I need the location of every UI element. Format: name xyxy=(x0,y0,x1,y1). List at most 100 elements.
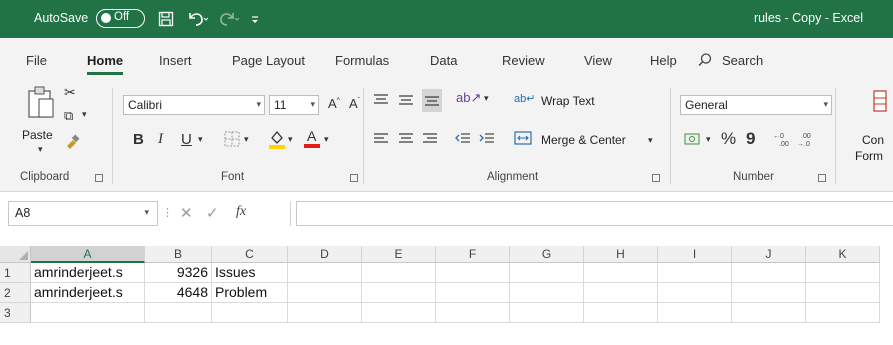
cell-j2[interactable] xyxy=(732,283,806,303)
orientation-dropdown-icon[interactable]: ▾ xyxy=(484,93,489,104)
cell-h2[interactable] xyxy=(584,283,658,303)
cell-c1[interactable]: Issues xyxy=(212,263,288,283)
cell-i3[interactable] xyxy=(658,303,732,323)
column-header-j[interactable]: J xyxy=(732,246,806,263)
underline-icon[interactable]: U xyxy=(181,131,192,148)
bold-icon[interactable]: B xyxy=(133,131,144,148)
search-box[interactable]: Search xyxy=(722,53,763,68)
undo-icon[interactable] xyxy=(186,8,208,30)
cell-f1[interactable] xyxy=(436,263,510,283)
align-middle-icon[interactable] xyxy=(398,92,414,111)
cell-f3[interactable] xyxy=(436,303,510,323)
cell-d2[interactable] xyxy=(288,283,362,303)
column-header-e[interactable]: E xyxy=(362,246,436,263)
tab-help[interactable]: Help xyxy=(650,53,677,68)
orientation-icon[interactable]: ab↗ xyxy=(456,90,481,106)
tab-page-layout[interactable]: Page Layout xyxy=(232,53,305,68)
clipboard-launcher-icon[interactable] xyxy=(95,174,103,182)
cell-k2[interactable] xyxy=(806,283,880,303)
number-launcher-icon[interactable] xyxy=(818,174,826,182)
column-header-i[interactable]: I xyxy=(658,246,732,263)
column-header-d[interactable]: D xyxy=(288,246,362,263)
increase-indent-icon[interactable] xyxy=(479,131,495,150)
increase-decimal-icon[interactable]: ←0.00 xyxy=(773,130,793,151)
borders-dropdown-icon[interactable]: ▾ xyxy=(244,134,249,145)
comma-style-button[interactable]: 9 xyxy=(746,129,755,149)
alignment-launcher-icon[interactable] xyxy=(652,174,660,182)
wrap-text-button[interactable]: Wrap Text xyxy=(541,94,595,108)
enter-icon[interactable]: ✓ xyxy=(206,204,219,222)
cell-c3[interactable] xyxy=(212,303,288,323)
cell-b1[interactable]: 9326 xyxy=(145,263,212,283)
cell-e3[interactable] xyxy=(362,303,436,323)
tab-review[interactable]: Review xyxy=(502,53,545,68)
align-bottom-icon[interactable] xyxy=(422,89,442,112)
align-left-icon[interactable] xyxy=(373,131,389,150)
column-header-f[interactable]: F xyxy=(436,246,510,263)
format-painter-icon[interactable] xyxy=(64,134,80,153)
merge-center-button[interactable]: Merge & Center xyxy=(541,133,626,147)
cell-i1[interactable] xyxy=(658,263,732,283)
cell-b3[interactable] xyxy=(145,303,212,323)
fill-color-icon[interactable] xyxy=(268,129,286,152)
merge-dropdown-icon[interactable]: ▾ xyxy=(648,135,653,146)
redo-icon[interactable] xyxy=(219,8,241,30)
search-icon[interactable] xyxy=(697,52,713,71)
cell-g2[interactable] xyxy=(510,283,584,303)
cell-d3[interactable] xyxy=(288,303,362,323)
tab-home[interactable]: Home xyxy=(87,53,124,75)
paste-dropdown-icon[interactable]: ▾ xyxy=(38,144,43,155)
align-center-icon[interactable] xyxy=(398,131,414,150)
tab-file[interactable]: File xyxy=(26,53,47,68)
number-format-select[interactable]: General ▾ xyxy=(680,95,832,115)
cell-j3[interactable] xyxy=(732,303,806,323)
tab-data[interactable]: Data xyxy=(430,53,457,68)
cell-a2[interactable]: amrinderjeet.s xyxy=(31,283,145,303)
column-header-g[interactable]: G xyxy=(510,246,584,263)
row-header[interactable]: 2 xyxy=(0,283,31,303)
cell-c2[interactable]: Problem xyxy=(212,283,288,303)
insert-function-button[interactable]: fx xyxy=(236,204,246,220)
cell-g3[interactable] xyxy=(510,303,584,323)
column-header-b[interactable]: B xyxy=(145,246,212,263)
formula-bar-grip-icon[interactable]: ⋮ xyxy=(162,206,173,219)
copy-icon[interactable]: ⧉ xyxy=(64,108,73,124)
row-header[interactable]: 1 xyxy=(0,263,31,283)
cell-g1[interactable] xyxy=(510,263,584,283)
customize-icon[interactable] xyxy=(250,8,260,30)
save-icon[interactable] xyxy=(158,8,174,30)
cell-j1[interactable] xyxy=(732,263,806,283)
merge-center-icon[interactable] xyxy=(514,130,532,149)
select-all-button[interactable] xyxy=(0,246,31,263)
decrease-font-icon[interactable]: Aˇ xyxy=(349,96,360,111)
cell-f2[interactable] xyxy=(436,283,510,303)
wrap-text-icon[interactable]: ab↵ xyxy=(514,92,535,105)
fill-color-dropdown-icon[interactable]: ▾ xyxy=(288,134,293,145)
column-header-a[interactable]: A xyxy=(31,246,145,263)
name-box[interactable]: A8 ▾ xyxy=(8,201,158,226)
cell-e2[interactable] xyxy=(362,283,436,303)
cell-h1[interactable] xyxy=(584,263,658,283)
cell-k3[interactable] xyxy=(806,303,880,323)
tab-view[interactable]: View xyxy=(584,53,612,68)
paste-label[interactable]: Paste xyxy=(22,128,53,142)
cell-k1[interactable] xyxy=(806,263,880,283)
cell-i2[interactable] xyxy=(658,283,732,303)
accounting-format-icon[interactable] xyxy=(684,131,704,150)
paste-icon[interactable] xyxy=(26,85,56,124)
conditional-formatting-icon[interactable] xyxy=(873,90,887,115)
tab-insert[interactable]: Insert xyxy=(159,53,192,68)
font-color-dropdown-icon[interactable]: ▾ xyxy=(324,134,329,145)
percent-style-button[interactable]: % xyxy=(721,129,736,149)
font-color-icon[interactable]: A xyxy=(303,128,321,151)
cell-e1[interactable] xyxy=(362,263,436,283)
italic-icon[interactable]: I xyxy=(158,131,163,148)
cell-d1[interactable] xyxy=(288,263,362,283)
conditional-formatting-label-1[interactable]: Con xyxy=(862,133,884,147)
align-top-icon[interactable] xyxy=(373,92,389,111)
align-right-icon[interactable] xyxy=(422,131,438,150)
autosave-toggle[interactable]: Off xyxy=(96,9,145,28)
accounting-dropdown-icon[interactable]: ▾ xyxy=(706,134,711,145)
column-header-c[interactable]: C xyxy=(212,246,288,263)
decrease-indent-icon[interactable] xyxy=(455,131,471,150)
